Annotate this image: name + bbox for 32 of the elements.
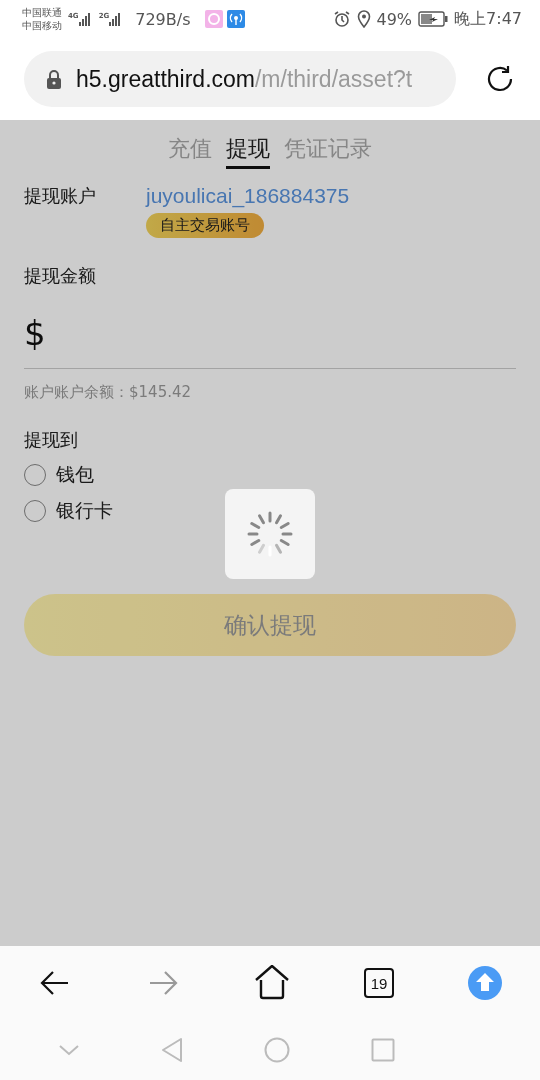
account-tag: 自主交易账号: [146, 213, 264, 238]
option-label[interactable]: 钱包: [56, 462, 94, 488]
carrier-name: 中国移动: [22, 19, 62, 32]
carrier-name: 中国联通: [22, 6, 62, 19]
url-text: h5.greatthird.com/m/third/asset?t: [76, 65, 413, 93]
app-icon: [204, 10, 223, 28]
clock: 晚上7:47: [454, 8, 522, 30]
home-icon[interactable]: [264, 1037, 290, 1063]
signal-icon: [78, 12, 93, 26]
amount-label: 提现金额: [24, 264, 96, 288]
recents-icon[interactable]: [371, 1038, 395, 1062]
battery-percent: 49%: [376, 9, 413, 29]
home-button[interactable]: [254, 965, 290, 1001]
account-label: 提现账户: [24, 184, 96, 208]
scroll-top-button[interactable]: [468, 966, 502, 1000]
lock-icon: [46, 69, 62, 89]
option-label[interactable]: 银行卡: [56, 498, 113, 524]
address-bar[interactable]: h5.greatthird.com/m/third/asset?t: [24, 51, 456, 107]
network-speed: 729B/s: [135, 9, 191, 29]
destination-label: 提现到: [24, 428, 78, 452]
location-icon: [356, 10, 371, 28]
spinner-icon: [247, 511, 293, 557]
hotspot-icon: [226, 10, 245, 28]
battery-icon: [418, 11, 449, 27]
account-name: juyoulicai_186884375: [146, 183, 350, 209]
tab[interactable]: 提现: [226, 134, 270, 169]
alarm-icon: [332, 10, 351, 28]
tabs-button[interactable]: 19: [364, 968, 394, 998]
back-icon[interactable]: [161, 1037, 183, 1063]
amount-field[interactable]: $: [24, 298, 516, 369]
balance-text: 账户账户余额：$145.42: [24, 383, 192, 402]
chevron-down-icon[interactable]: [58, 1044, 80, 1056]
